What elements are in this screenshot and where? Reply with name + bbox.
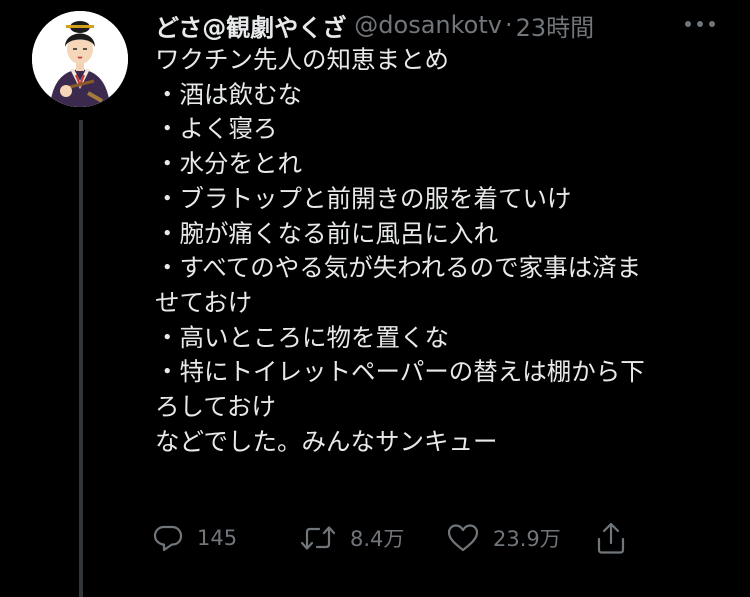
more-icon: [685, 21, 715, 27]
like-button[interactable]: 23.9万: [447, 518, 561, 558]
timestamp[interactable]: 23時間: [516, 8, 595, 43]
retweet-icon: [300, 526, 336, 550]
tweet[interactable]: どさ@観劇やくざ @dosankotv · 23時間 ワクチン先人の知恵まとめ …: [0, 0, 750, 597]
tweet-text-line: ・酒は飲むな: [155, 79, 302, 109]
tweet-text-line: せておけ: [155, 287, 253, 317]
reply-button[interactable]: 145: [153, 518, 237, 558]
tweet-text-line: ・すべてのやる気が失われるので家事は済ま: [155, 253, 642, 283]
tweet-text-line: ・水分をとれ: [155, 149, 302, 179]
tweet-text-line: ろしておけ: [155, 392, 277, 422]
like-count: 23.9万: [493, 527, 561, 551]
share-icon: [597, 522, 625, 554]
tweet-text-line: ワクチン先人の知恵まとめ: [155, 45, 449, 74]
tweet-text-line: ・高いところに物を置くな: [155, 322, 449, 352]
avatar-illustration: [32, 11, 128, 107]
tweet-text-line: ・特にトイレットペーパーの替えは棚から下: [155, 357, 645, 387]
share-button[interactable]: [595, 518, 627, 558]
tweet-text-line: ・腕が痛くなる前に風呂に入れ: [155, 218, 498, 248]
tweet-text-line: ・ブラトップと前開きの服を着ていけ: [155, 183, 572, 213]
tweet-text: ワクチン先人の知恵まとめ ・酒は飲むな ・よく寝ろ ・水分をとれ ・ブラトップと…: [155, 43, 730, 459]
retweet-button[interactable]: 8.4万: [300, 518, 404, 558]
heart-icon: [447, 524, 479, 552]
tweet-text-line: などでした。みんなサンキュー: [155, 426, 498, 456]
avatar[interactable]: [32, 11, 128, 107]
retweet-count: 8.4万: [350, 527, 405, 551]
reply-count: 145: [197, 526, 238, 550]
tweet-header: どさ@観劇やくざ @dosankotv · 23時間: [155, 8, 735, 42]
separator-dot: ·: [504, 11, 513, 39]
more-button[interactable]: [680, 10, 720, 38]
handle[interactable]: @dosankotv: [354, 11, 502, 39]
display-name[interactable]: どさ@観劇やくざ: [155, 8, 346, 43]
reply-icon: [153, 525, 183, 552]
tweet-text-line: ・よく寝ろ: [155, 114, 278, 144]
action-bar: 145 8.4万 23.9万: [0, 518, 750, 558]
